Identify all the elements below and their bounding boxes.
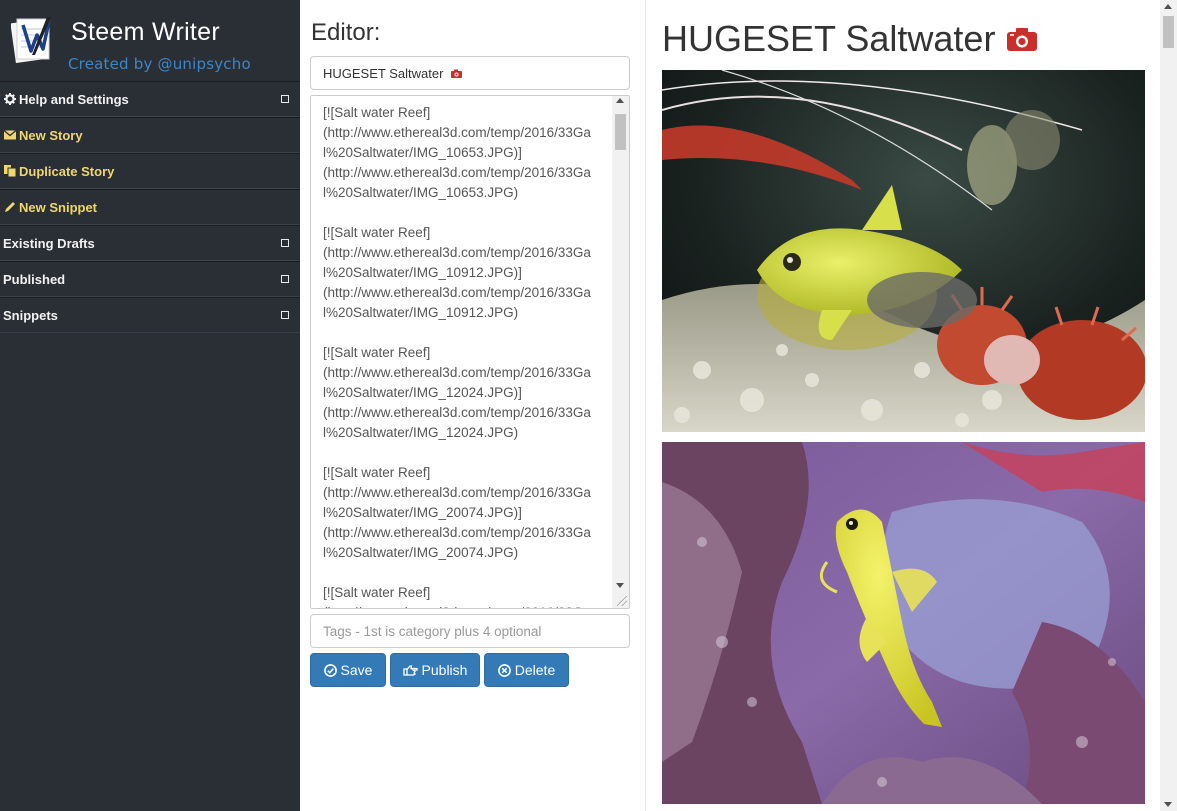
camera-icon xyxy=(451,66,463,81)
sidebar-item-snippets[interactable]: Snippets xyxy=(0,297,300,333)
sidebar-menu: Help and Settings New Story Duplicate St… xyxy=(0,81,300,333)
body-textarea-value: [![Salt water Reef] (http://www.ethereal… xyxy=(323,105,591,608)
sidebar-item-help-settings[interactable]: Help and Settings xyxy=(0,81,300,117)
sidebar-item-existing-drafts[interactable]: Existing Drafts xyxy=(0,225,300,261)
sidebar-item-new-story[interactable]: New Story xyxy=(0,117,300,153)
expand-toggle-icon[interactable] xyxy=(281,239,289,247)
resize-grip-icon[interactable] xyxy=(617,596,627,606)
scroll-up-arrow-icon[interactable] xyxy=(1164,4,1172,9)
delete-button-label: Delete xyxy=(514,662,556,678)
preview-title-text: HUGESET Saltwater xyxy=(662,18,996,59)
editor-heading: Editor: xyxy=(311,19,381,46)
scrollbar-thumb[interactable] xyxy=(1163,16,1174,48)
textarea-scrollbar[interactable] xyxy=(612,96,629,608)
pencil-icon xyxy=(3,200,17,214)
app-subtitle: Created by @unipsycho xyxy=(68,55,251,73)
envelope-icon xyxy=(3,128,17,142)
sidebar-item-new-snippet[interactable]: New Snippet xyxy=(0,189,300,225)
body-textarea[interactable]: [![Salt water Reef] (http://www.ethereal… xyxy=(310,95,630,609)
sidebar-item-published[interactable]: Published xyxy=(0,261,300,297)
preview-panel: HUGESET Saltwater xyxy=(645,0,1177,811)
scrollbar-thumb[interactable] xyxy=(615,114,626,150)
scroll-up-arrow-icon[interactable] xyxy=(616,98,624,103)
check-circle-icon xyxy=(323,663,337,677)
reef-photo-goby-rock[interactable] xyxy=(662,442,1145,804)
sidebar-item-label: Existing Drafts xyxy=(3,235,95,251)
publish-button[interactable]: Publish xyxy=(390,653,480,687)
title-input[interactable]: HUGESET Saltwater xyxy=(310,56,630,90)
sidebar: Steem Writer Created by @unipsycho Help … xyxy=(0,0,300,811)
reef-photo-goby-shrimp[interactable] xyxy=(662,70,1145,432)
sidebar-item-label: Help and Settings xyxy=(19,91,129,107)
publish-button-label: Publish xyxy=(421,662,468,678)
scroll-down-arrow-icon[interactable] xyxy=(616,583,624,588)
sidebar-item-label: Published xyxy=(3,271,66,287)
copy-icon xyxy=(3,164,17,178)
sidebar-item-label: Snippets xyxy=(3,307,58,323)
app-title: Steem Writer xyxy=(71,18,220,46)
sidebar-item-duplicate-story[interactable]: Duplicate Story xyxy=(0,153,300,189)
expand-toggle-icon[interactable] xyxy=(281,275,289,283)
sidebar-item-label: New Snippet xyxy=(19,199,98,215)
tags-input[interactable]: Tags - 1st is category plus 4 optional xyxy=(310,614,630,648)
camera-icon xyxy=(1007,18,1038,60)
sidebar-item-label: New Story xyxy=(19,127,83,143)
x-circle-icon xyxy=(497,663,511,677)
save-button-label: Save xyxy=(340,662,373,678)
scroll-down-arrow-icon[interactable] xyxy=(1164,802,1172,807)
save-button[interactable]: Save xyxy=(310,653,386,687)
tags-placeholder: Tags - 1st is category plus 4 optional xyxy=(323,623,542,639)
expand-toggle-icon[interactable] xyxy=(281,95,289,103)
title-input-value: HUGESET Saltwater xyxy=(323,65,444,81)
editor-panel: Editor: HUGESET Saltwater [![Salt water … xyxy=(300,0,645,811)
preview-title: HUGESET Saltwater xyxy=(662,18,1038,60)
page-scrollbar[interactable] xyxy=(1160,0,1177,811)
expand-toggle-icon[interactable] xyxy=(281,311,289,319)
quill-logo-icon xyxy=(10,15,53,64)
brand-header: Steem Writer Created by @unipsycho xyxy=(0,0,300,81)
hand-pointer-icon xyxy=(402,664,418,676)
delete-button[interactable]: Delete xyxy=(484,653,569,687)
gear-icon xyxy=(3,92,17,106)
sidebar-item-label: Duplicate Story xyxy=(19,163,115,179)
